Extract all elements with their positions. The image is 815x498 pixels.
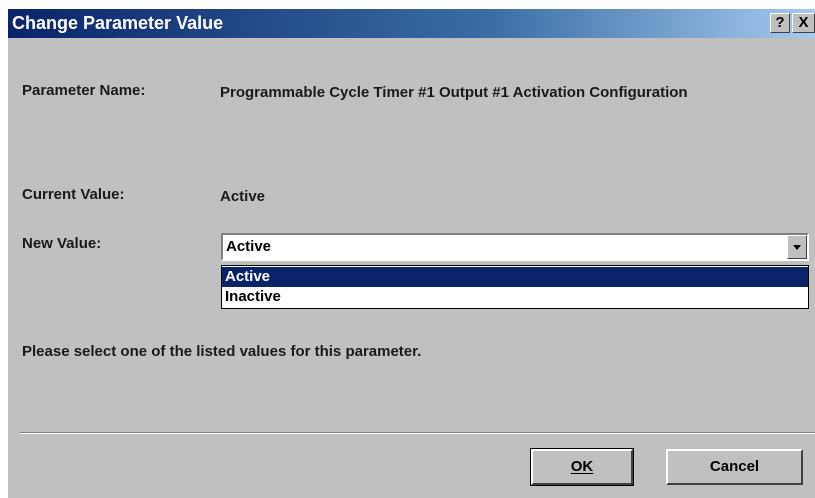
option-inactive[interactable]: Inactive <box>222 287 808 307</box>
new-value-dropdown-list: Active Inactive <box>221 265 809 309</box>
dropdown-arrow-button[interactable] <box>787 235 807 259</box>
new-value-label: New Value: <box>22 235 102 252</box>
current-value-value: Active <box>220 188 266 205</box>
new-value-selected: Active <box>226 238 272 255</box>
help-button[interactable]: ? <box>770 13 790 33</box>
dialog-title: Change Parameter Value <box>12 13 224 33</box>
close-button[interactable]: X <box>792 13 815 33</box>
change-parameter-dialog: Change Parameter Value ? X Parameter Nam… <box>8 9 815 498</box>
divider-highlight <box>20 433 815 434</box>
instruction-text: Please select one of the listed values f… <box>22 343 422 360</box>
ok-button-label: OK <box>570 458 594 475</box>
parameter-name-value: Programmable Cycle Timer #1 Output #1 Ac… <box>220 84 688 101</box>
title-bar[interactable]: Change Parameter Value ? X <box>8 9 815 38</box>
cancel-button-label: Cancel <box>709 458 760 475</box>
chevron-down-icon <box>793 245 801 250</box>
cancel-button[interactable]: Cancel <box>666 449 803 485</box>
option-active[interactable]: Active <box>222 267 808 287</box>
parameter-name-label: Parameter Name: <box>22 82 146 99</box>
current-value-label: Current Value: <box>22 186 125 203</box>
ok-button[interactable]: OK <box>530 448 634 486</box>
new-value-select[interactable]: Active <box>221 233 809 261</box>
